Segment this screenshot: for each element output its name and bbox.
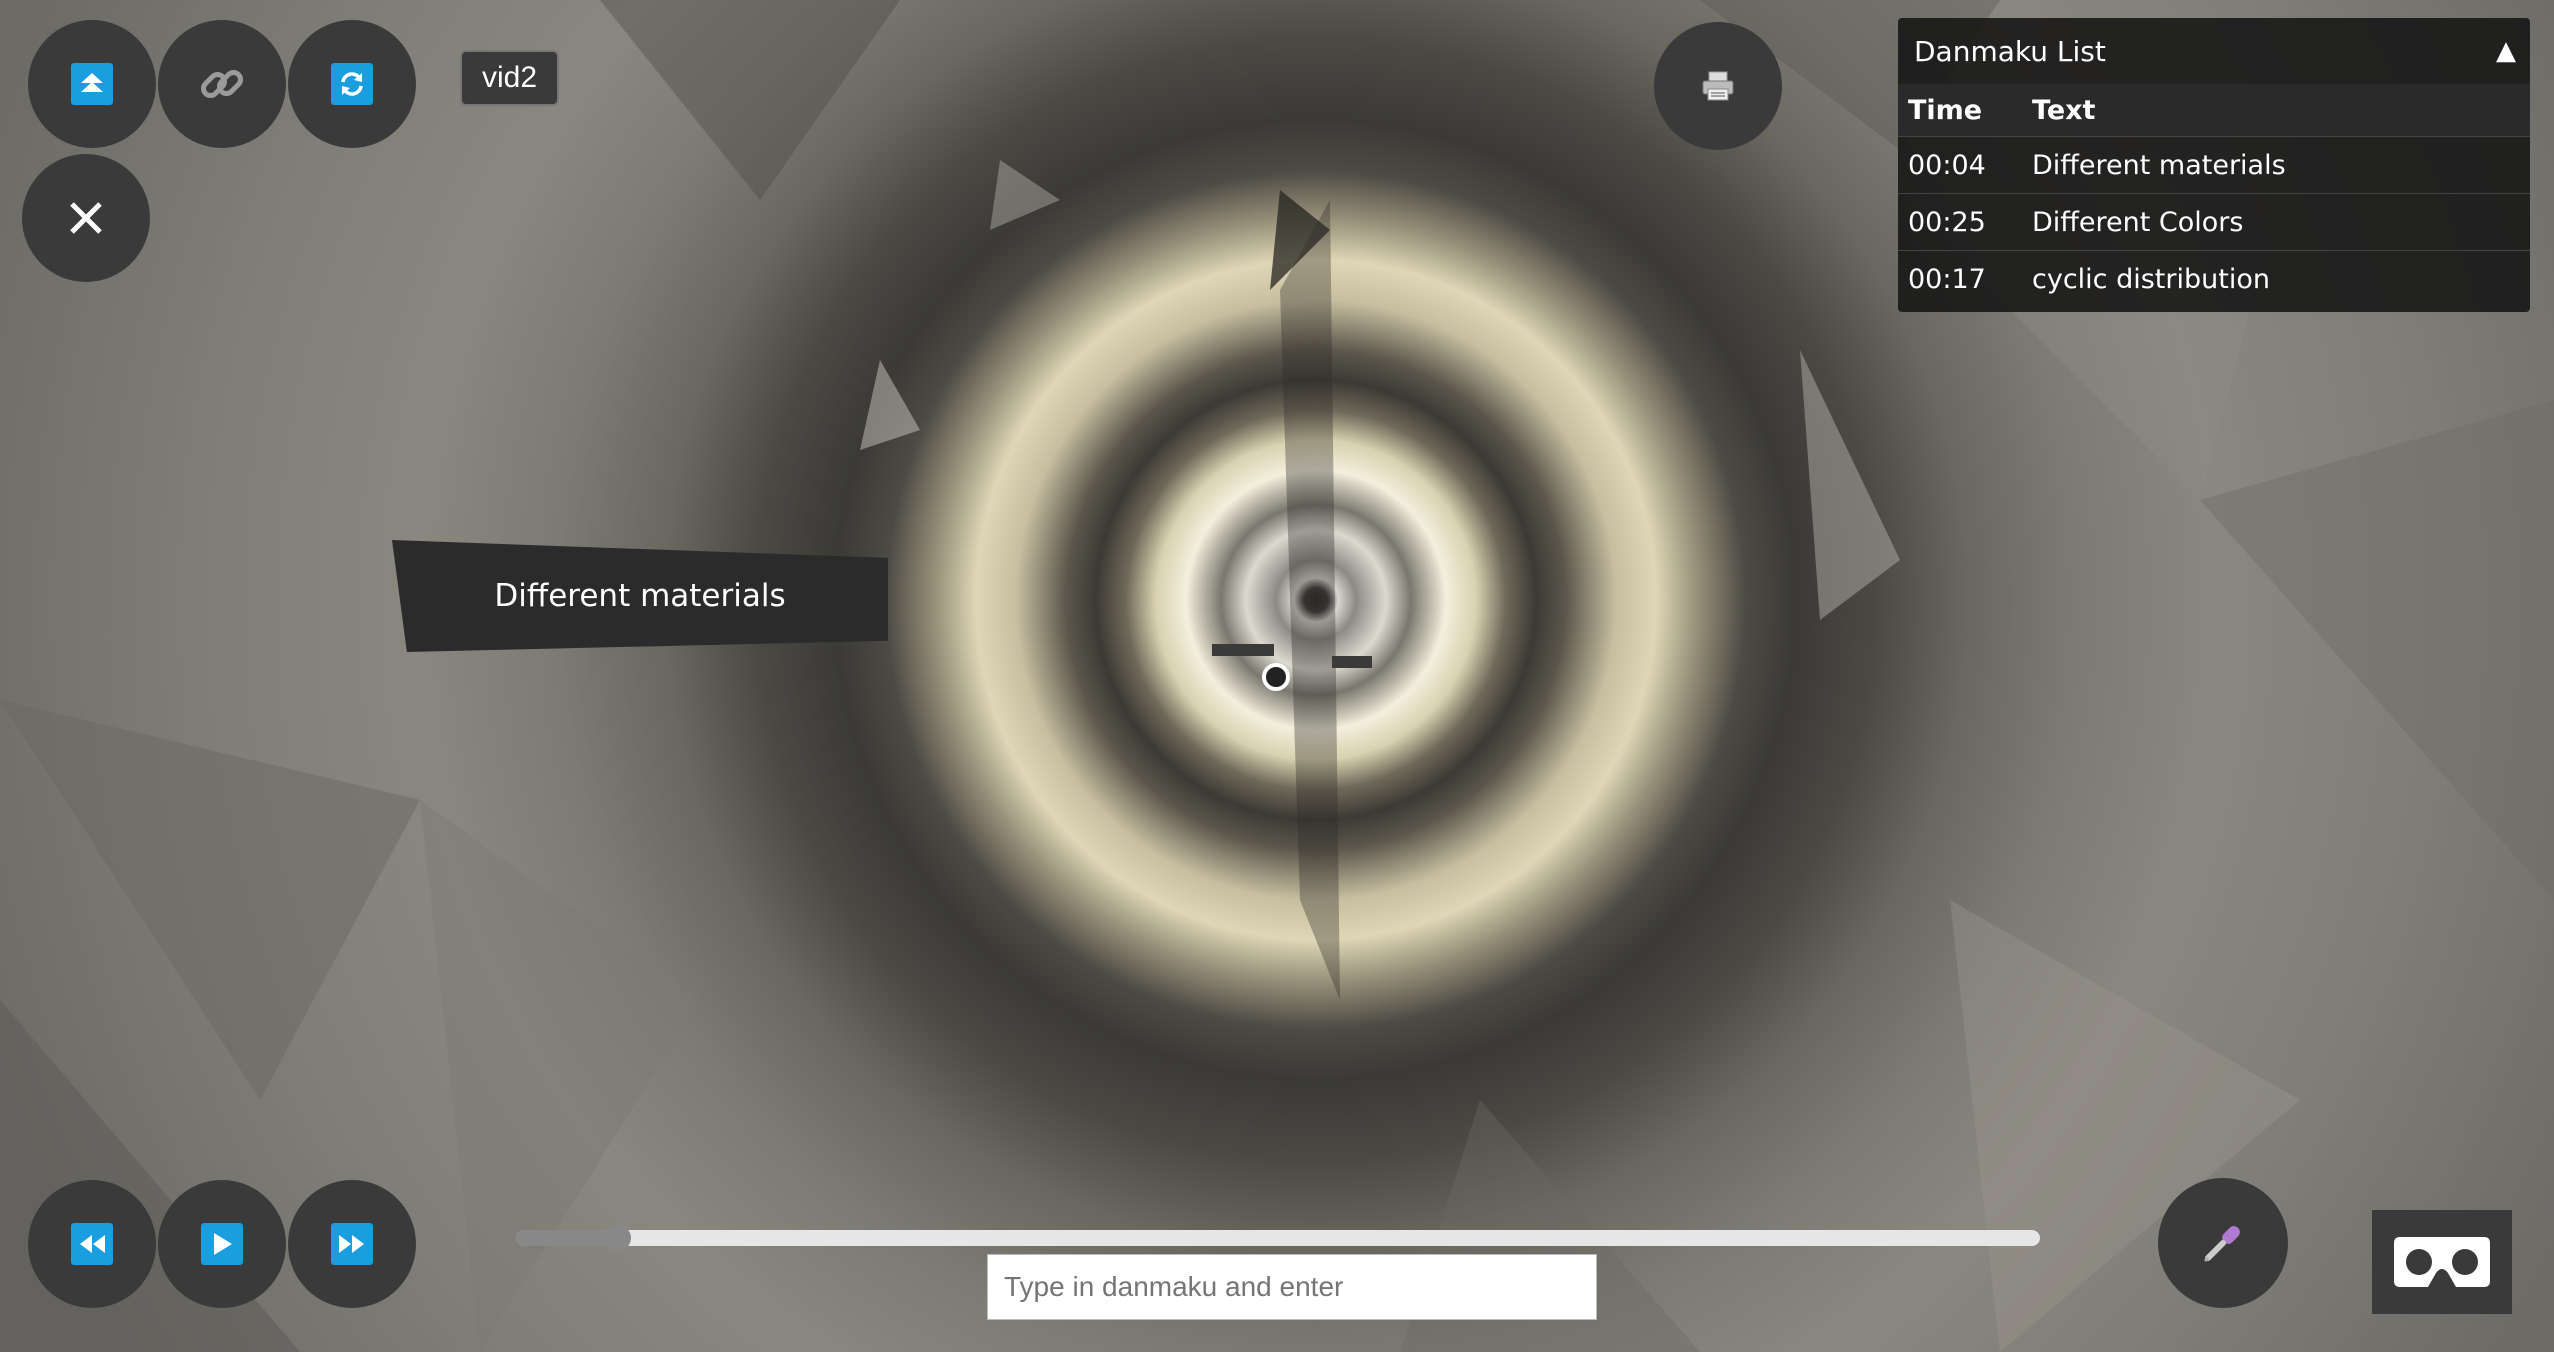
column-header-time: Time: [1898, 84, 2022, 137]
progress-thumb[interactable]: [605, 1225, 632, 1251]
video-label: vid2: [460, 50, 560, 106]
floating-danmaku-text: Different materials: [494, 578, 786, 614]
close-button[interactable]: [22, 154, 150, 282]
table-row[interactable]: 00:04 Different materials: [1898, 136, 2530, 194]
danmaku-input[interactable]: [987, 1254, 1597, 1320]
table-row[interactable]: 00:25 Different Colors: [1898, 193, 2530, 251]
upload-button[interactable]: [28, 20, 156, 148]
danmaku-table: Time Text 00:04 Different materials 00:2…: [1898, 84, 2530, 307]
printer-icon: [1702, 71, 1734, 101]
danmaku-list-header: Danmaku List ▲: [1898, 18, 2530, 84]
link-button[interactable]: [158, 20, 286, 148]
fast-forward-button[interactable]: [288, 1180, 416, 1308]
danmaku-text: cyclic distribution: [2022, 250, 2530, 307]
play-button[interactable]: [158, 1180, 286, 1308]
collapse-triangle-icon[interactable]: ▲: [2496, 36, 2516, 66]
print-button[interactable]: [1654, 22, 1782, 150]
vr-mode-button[interactable]: [2372, 1210, 2512, 1314]
danmaku-time: 00:25: [1898, 193, 2022, 251]
table-row[interactable]: 00:17 cyclic distribution: [1898, 250, 2530, 307]
danmaku-list-title: Danmaku List: [1914, 34, 2106, 68]
danmaku-list-panel: Danmaku List ▲ Time Text 00:04 Different…: [1898, 18, 2530, 312]
link-icon: [200, 69, 244, 99]
gaze-cursor: [1262, 663, 1290, 691]
danmaku-time: 00:17: [1898, 250, 2022, 307]
danmaku-text: Different Colors: [2022, 193, 2530, 251]
danmaku-text: Different materials: [2022, 136, 2530, 194]
danmaku-table-header-row: Time Text: [1898, 84, 2530, 137]
floating-danmaku-label: Different materials: [392, 540, 888, 652]
eject-up-icon: [71, 63, 113, 105]
distant-danmaku-tag: [1212, 644, 1274, 656]
progress-slider[interactable]: [516, 1225, 2040, 1251]
vr-goggles-icon: [2394, 1237, 2490, 1287]
danmaku-time: 00:04: [1898, 136, 2022, 194]
close-icon: [70, 202, 102, 234]
refresh-button[interactable]: [288, 20, 416, 148]
microphone-button[interactable]: [2158, 1178, 2288, 1308]
column-header-text: Text: [2022, 84, 2530, 137]
microphone-icon: [2203, 1226, 2240, 1263]
play-icon: [201, 1223, 243, 1265]
rewind-icon: [71, 1223, 113, 1265]
progress-fill: [516, 1230, 619, 1246]
distant-danmaku-tag: [1332, 656, 1372, 668]
refresh-icon: [331, 63, 373, 105]
rewind-button[interactable]: [28, 1180, 156, 1308]
fast-forward-icon: [331, 1223, 373, 1265]
